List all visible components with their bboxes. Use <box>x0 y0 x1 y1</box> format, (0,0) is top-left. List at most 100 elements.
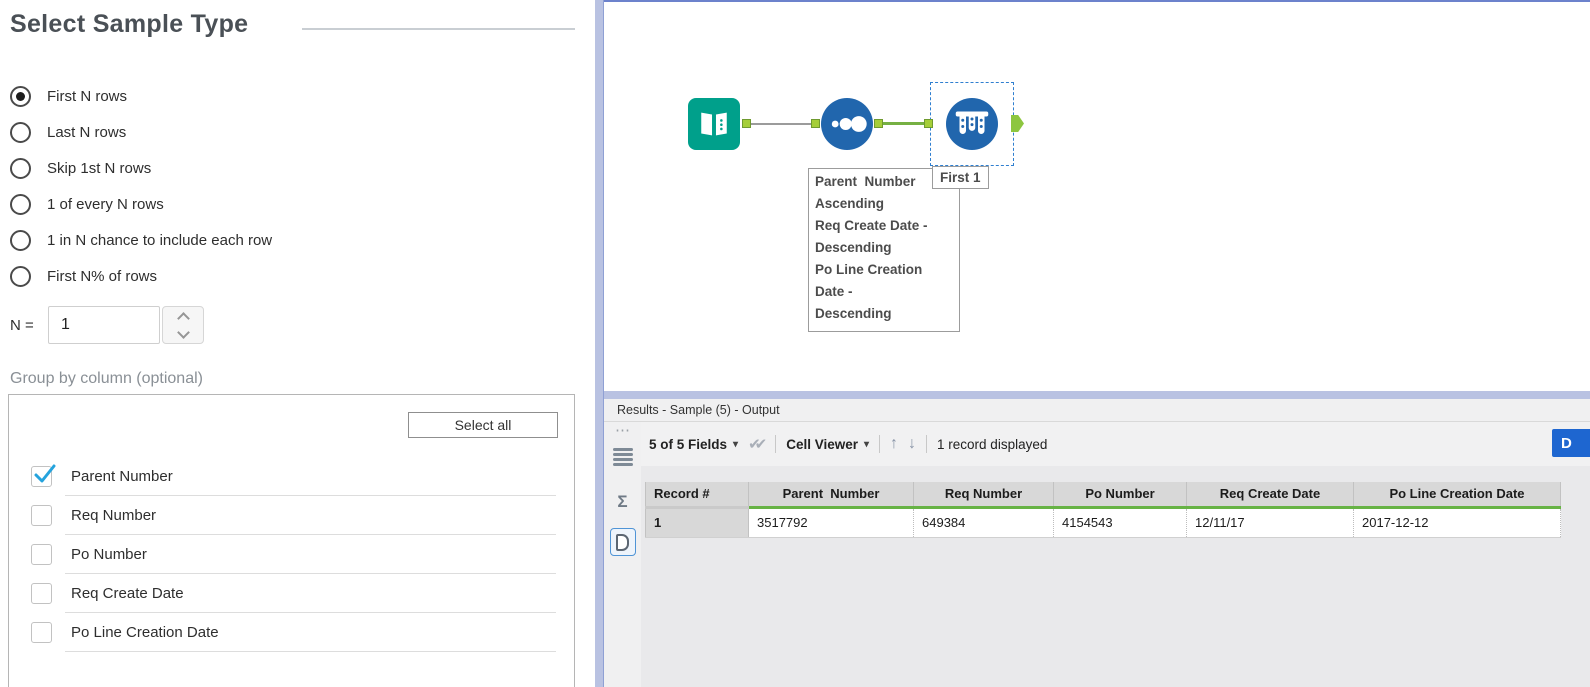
radio-button[interactable] <box>10 193 31 215</box>
double-check-icon[interactable]: ✔✔ <box>748 435 767 453</box>
record-count: 1 record displayed <box>937 436 1048 452</box>
cell-viewer-dropdown[interactable]: Cell Viewer ▾ <box>786 437 869 452</box>
checkbox-unchecked[interactable] <box>31 622 52 643</box>
output-anchor[interactable] <box>742 119 751 128</box>
book-icon <box>701 112 727 136</box>
group-by-column-box: Select all Parent Number Req Number Po N… <box>8 394 575 687</box>
results-title: Results - Sample (5) - Output <box>617 403 780 417</box>
right-region: Parent Number Ascending Req Create Date … <box>604 0 1590 687</box>
annotation-line: Ascending <box>815 196 885 211</box>
checkbox-row-po-line-creation-date[interactable]: Po Line Creation Date <box>9 615 574 654</box>
checkbox-row-req-create-date[interactable]: Req Create Date <box>9 576 574 615</box>
n-stepper[interactable] <box>162 306 204 344</box>
connection-wire[interactable] <box>751 123 811 125</box>
column-header-po-line-creation-date[interactable]: Po Line Creation Date <box>1353 482 1561 509</box>
toolbar-separator <box>879 435 881 453</box>
results-body: ⋯ Σ 5 of 5 Fields ▾ ✔✔ Cell Viewer ▾ ↑ ↓… <box>604 422 1590 687</box>
checkbox-label: Req Create Date <box>71 585 184 602</box>
sort-dots-icon <box>831 116 867 132</box>
radio-button[interactable] <box>10 265 31 287</box>
column-header-parent-number[interactable]: Parent Number <box>748 482 914 509</box>
cell-parent-number[interactable]: 3517792 <box>748 507 914 538</box>
radio-button[interactable] <box>10 85 31 107</box>
radio-button[interactable] <box>10 157 31 179</box>
radio-option-last-n-rows[interactable]: Last N rows <box>10 120 272 144</box>
select-all-button[interactable]: Select all <box>408 412 558 438</box>
n-field-row: N = <box>10 306 204 344</box>
fields-dropdown[interactable]: 5 of 5 Fields ▾ <box>649 437 738 452</box>
radio-option-first-n-rows[interactable]: First N rows <box>10 84 272 108</box>
group-by-label: Group by column (optional) <box>10 370 203 387</box>
column-header-record[interactable]: Record # <box>645 482 749 509</box>
checkbox-label: Req Number <box>71 507 157 524</box>
checkbox-row-po-number[interactable]: Po Number <box>9 537 574 576</box>
drag-handle-icon[interactable]: ⋯ <box>615 423 630 438</box>
results-header: Results - Sample (5) - Output <box>604 399 1590 422</box>
sigma-icon[interactable]: Σ <box>617 492 627 512</box>
annotation-line: Descending <box>815 240 892 255</box>
data-button[interactable]: D <box>1552 429 1590 457</box>
checkbox-unchecked[interactable] <box>31 505 52 526</box>
cell-req-number[interactable]: 649384 <box>913 507 1054 538</box>
output-anchor[interactable] <box>874 119 883 128</box>
sample-annotation[interactable]: First 1 <box>932 166 989 189</box>
cell-po-line-creation-date[interactable]: 2017-12-12 <box>1353 507 1561 538</box>
radio-label: Last N rows <box>47 123 127 141</box>
chevron-up-icon <box>176 311 190 325</box>
checkbox-row-req-number[interactable]: Req Number <box>9 498 574 537</box>
up-arrow-button[interactable]: ↑ <box>890 435 898 453</box>
connection-wire-selected[interactable] <box>883 122 926 125</box>
stepper-down-button[interactable] <box>163 325 203 343</box>
checkbox-unchecked[interactable] <box>31 583 52 604</box>
column-header-po-number[interactable]: Po Number <box>1053 482 1187 509</box>
n-label: N = <box>10 316 34 334</box>
fields-dropdown-label: 5 of 5 Fields <box>649 436 728 452</box>
results-toolbar: 5 of 5 Fields ▾ ✔✔ Cell Viewer ▾ ↑ ↓ 1 r… <box>641 422 1590 466</box>
radio-label: 1 of every N rows <box>47 195 164 213</box>
radio-label: 1 in N chance to include each row <box>47 231 273 249</box>
input-anchor[interactable] <box>924 119 933 128</box>
sample-tool[interactable] <box>946 98 998 150</box>
radio-button[interactable] <box>10 229 31 251</box>
checkbox-unchecked[interactable] <box>31 544 52 565</box>
row-divider <box>65 495 556 496</box>
horizontal-splitter[interactable] <box>604 391 1590 399</box>
down-arrow-button[interactable]: ↓ <box>908 435 916 453</box>
toolbar-separator <box>775 435 777 453</box>
data-grid-icon[interactable] <box>612 448 633 466</box>
input-data-tool[interactable] <box>688 98 740 150</box>
sort-tool[interactable] <box>821 98 873 150</box>
radio-option-1-of-every-n-rows[interactable]: 1 of every N rows <box>10 192 272 216</box>
metadata-page-button[interactable] <box>609 528 636 556</box>
radio-button[interactable] <box>10 121 31 143</box>
results-grid-area: Record # Parent Number Req Number Po Num… <box>641 466 1590 687</box>
input-anchor[interactable] <box>811 119 820 128</box>
checkbox-label: Parent Number <box>71 468 173 485</box>
chevron-down-icon: ▾ <box>733 438 739 450</box>
sample-config-panel: Select Sample Type First N rows Last N r… <box>0 0 595 687</box>
vertical-splitter[interactable] <box>595 0 604 687</box>
record-number-cell[interactable]: 1 <box>645 507 749 538</box>
table-row[interactable]: 1 3517792 649384 4154543 12/11/17 2017-1… <box>645 507 1561 538</box>
radio-option-1-in-n-chance[interactable]: 1 in N chance to include each row <box>10 228 272 252</box>
output-anchor-arrow[interactable] <box>1011 115 1024 132</box>
radio-option-first-n-percent[interactable]: First N% of rows <box>10 264 272 288</box>
sort-annotation[interactable]: Parent Number Ascending Req Create Date … <box>808 168 960 332</box>
column-header-req-number[interactable]: Req Number <box>913 482 1054 509</box>
checkbox-checked[interactable] <box>31 464 56 487</box>
column-header-req-create-date[interactable]: Req Create Date <box>1186 482 1354 509</box>
annotation-line: Req Create Date - <box>815 218 928 233</box>
cell-po-number[interactable]: 4154543 <box>1053 507 1187 538</box>
stepper-up-button[interactable] <box>163 307 203 325</box>
group-by-column-list: Parent Number Req Number Po Number Req C… <box>9 459 574 654</box>
cell-viewer-label: Cell Viewer <box>786 436 858 452</box>
cell-req-create-date[interactable]: 12/11/17 <box>1186 507 1354 538</box>
results-side-strip: ⋯ Σ <box>604 422 641 687</box>
chevron-down-icon: ▾ <box>864 438 870 450</box>
workflow-canvas[interactable]: Parent Number Ascending Req Create Date … <box>604 0 1590 391</box>
config-title: Select Sample Type <box>10 10 249 38</box>
radio-option-skip-1st-n-rows[interactable]: Skip 1st N rows <box>10 156 272 180</box>
n-value-input[interactable] <box>48 306 160 344</box>
checkbox-row-parent-number[interactable]: Parent Number <box>9 459 574 498</box>
test-tubes-icon <box>955 111 989 134</box>
